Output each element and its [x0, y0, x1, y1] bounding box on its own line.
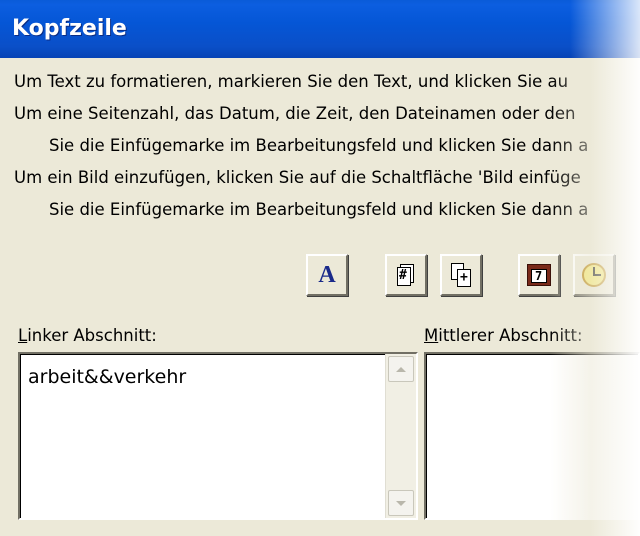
- format-text-button[interactable]: A: [306, 254, 348, 296]
- instruction-line-2: Um eine Seitenzahl, das Datum, die Zeit,…: [14, 104, 576, 123]
- left-section-text: arbeit&&verkehr: [28, 366, 187, 388]
- insert-date-button[interactable]: 7: [518, 254, 560, 296]
- left-section-input[interactable]: arbeit&&verkehr: [18, 352, 418, 520]
- center-section-accel: M: [424, 326, 439, 345]
- page-number-icon: #: [397, 264, 415, 286]
- instruction-line-5: Sie die Einfügemarke im Bearbeitungsfeld…: [49, 200, 589, 219]
- center-section-input[interactable]: [424, 352, 640, 520]
- left-section-scrollbar[interactable]: [385, 354, 416, 518]
- chevron-up-icon: [396, 366, 406, 372]
- window-title: Kopfzeile: [12, 16, 127, 41]
- total-pages-icon: +: [451, 263, 471, 287]
- left-section-accel: L: [18, 326, 28, 345]
- left-section-label: Linker Abschnitt:: [18, 326, 157, 345]
- scroll-up-button[interactable]: [388, 356, 414, 382]
- title-bar[interactable]: Kopfzeile: [0, 0, 640, 58]
- instruction-line-3: Sie die Einfügemarke im Bearbeitungsfeld…: [49, 136, 589, 155]
- instruction-line-4: Um ein Bild einzufügen, klicken Sie auf …: [14, 168, 581, 187]
- insert-time-button[interactable]: [573, 254, 615, 296]
- insert-total-pages-button[interactable]: +: [440, 254, 482, 296]
- date-icon: 7: [527, 264, 551, 286]
- font-icon: A: [318, 262, 336, 288]
- scroll-down-button[interactable]: [388, 490, 414, 516]
- insert-page-number-button[interactable]: #: [385, 254, 427, 296]
- time-icon: [582, 263, 606, 287]
- left-section-label-text: inker Abschnitt:: [27, 326, 157, 345]
- center-section-label-text: ittlerer Abschnitt:: [438, 326, 583, 345]
- chevron-down-icon: [396, 500, 406, 506]
- instruction-line-1: Um Text zu formatieren, markieren Sie de…: [14, 72, 569, 91]
- center-section-label: Mittlerer Abschnitt:: [424, 326, 583, 345]
